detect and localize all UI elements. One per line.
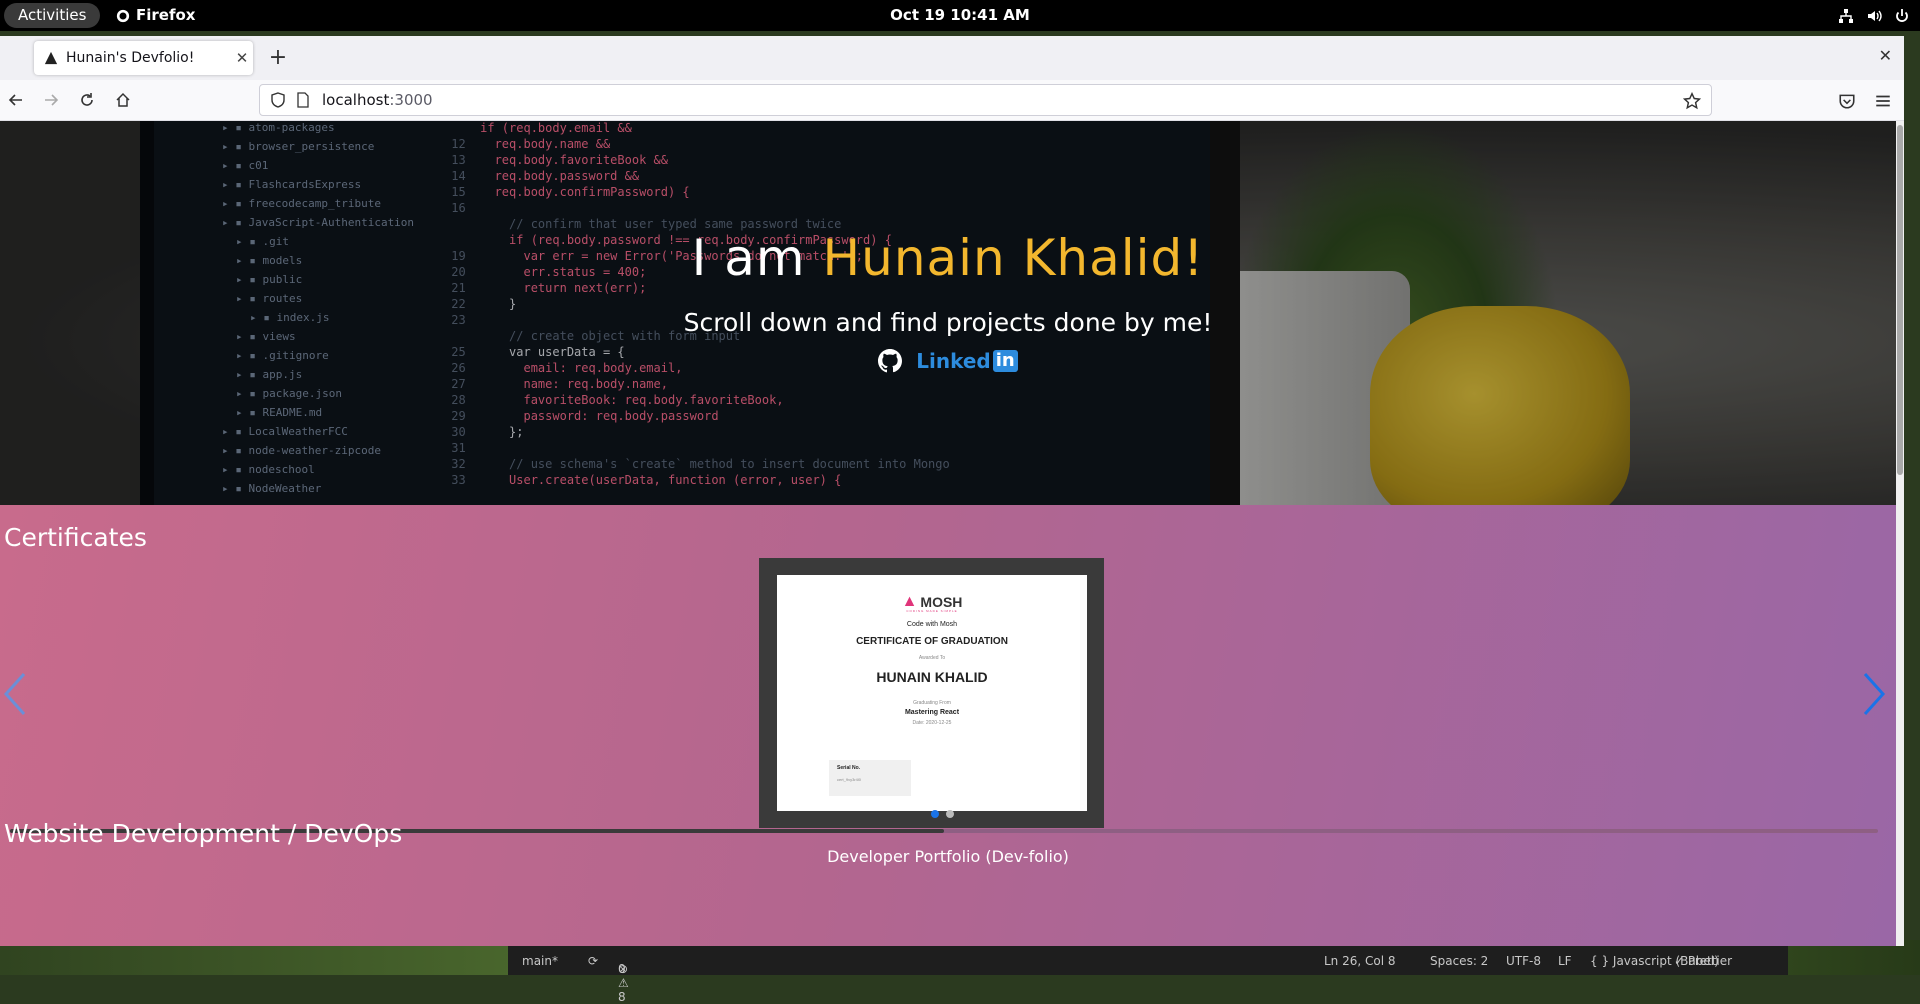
sync-icon[interactable]: ⟳: [588, 954, 598, 968]
carousel-dots: [931, 810, 954, 818]
hero-title-name: Hunain Khalid!: [822, 229, 1205, 287]
certificate-recipient: HUNAIN KHALID: [876, 669, 988, 685]
problems-count: 0 ⚠ 8: [618, 962, 629, 1004]
firefox-icon: [116, 9, 130, 22]
certificate-graduating-label: Graduating From: [913, 700, 951, 706]
url-text[interactable]: localhost:3000: [322, 91, 433, 109]
firefox-window: Hunain's Devfolio! ✕ + ✕ localhost:3000: [0, 36, 1904, 946]
back-icon: [8, 94, 22, 106]
url-bar[interactable]: localhost:3000: [259, 84, 1712, 116]
content-section: Certificates ▲ MOSH CODING MADE SIMPLE Co…: [0, 505, 1896, 946]
window-close-button[interactable]: ✕: [1879, 46, 1892, 65]
menu-icon[interactable]: [1874, 92, 1892, 110]
chevron-left-icon[interactable]: [2, 670, 28, 718]
shield-icon[interactable]: [270, 92, 286, 108]
certificate-type: CERTIFICATE OF GRADUATION: [856, 636, 1008, 647]
serial-value: cert_9vy3r4l0: [837, 777, 862, 782]
back-button[interactable]: [4, 88, 28, 112]
url-port: :3000: [389, 91, 433, 109]
system-tray[interactable]: [1838, 0, 1910, 31]
power-icon: [1896, 8, 1908, 22]
carousel-dot[interactable]: [946, 810, 954, 818]
certificates-heading: Certificates: [4, 523, 147, 552]
certificate-slide[interactable]: ▲ MOSH CODING MADE SIMPLE Code with Mosh …: [759, 558, 1104, 828]
close-tab-icon[interactable]: ✕: [231, 49, 253, 67]
clock[interactable]: Oct 19 10:41 AM: [0, 0, 1920, 31]
indentation[interactable]: Spaces: 2: [1430, 954, 1488, 968]
system-top-bar: Activities Firefox Oct 19 10:41 AM: [0, 0, 1920, 31]
project-title[interactable]: Developer Portfolio (Dev-folio): [0, 847, 1896, 866]
carousel-dot[interactable]: [931, 810, 939, 818]
page-viewport: ▸ ▪ atom-packages ▸ ▪ browser_persistence…: [0, 121, 1896, 946]
mosh-logo-text: MOSH: [920, 594, 963, 610]
hero-section: ▸ ▪ atom-packages ▸ ▪ browser_persistence…: [0, 121, 1896, 505]
app-name: Firefox: [136, 6, 196, 24]
new-tab-button[interactable]: +: [265, 45, 291, 71]
social-links: Linked in: [0, 349, 1896, 373]
tab-devfolio[interactable]: Hunain's Devfolio! ✕: [34, 41, 253, 75]
tab-strip: Hunain's Devfolio! ✕ + ✕: [0, 36, 1904, 80]
git-branch[interactable]: main*: [522, 954, 558, 968]
end-of-line[interactable]: LF: [1558, 954, 1572, 968]
certificate-school: Code with Mosh: [906, 621, 958, 628]
reload-button[interactable]: [75, 88, 99, 112]
page-icon[interactable]: [296, 92, 310, 108]
forward-icon: [45, 94, 59, 106]
linkedin-box: in: [992, 350, 1018, 372]
url-host: localhost: [322, 91, 390, 109]
certificates-carousel[interactable]: ▲ MOSH CODING MADE SIMPLE Code with Mosh …: [0, 557, 1896, 833]
cursor-position[interactable]: Ln 26, Col 8: [1324, 954, 1396, 968]
warning-favicon-icon: [44, 51, 58, 65]
app-menu-firefox[interactable]: Firefox: [116, 0, 195, 31]
chevron-right-icon[interactable]: [1861, 670, 1887, 718]
activities-button[interactable]: Activities: [4, 3, 101, 28]
webdev-heading: Website Development / DevOps: [4, 819, 403, 848]
github-icon[interactable]: [878, 349, 903, 373]
linkedin-icon[interactable]: Linked in: [916, 349, 1018, 373]
serial-label: Serial No.: [837, 765, 861, 771]
home-button[interactable]: [111, 88, 135, 112]
home-icon: [116, 92, 130, 107]
forward-button[interactable]: [39, 88, 63, 112]
certificate-serial-box: Serial No. cert_9vy3r4l0: [829, 760, 911, 796]
editor-status-bar: main* ⟳ ⊗ 0 ⚠ 8 Ln 26, Col 8 Spaces: 2 U…: [508, 946, 1788, 1004]
pocket-icon[interactable]: [1838, 92, 1856, 110]
mosh-tagline: CODING MADE SIMPLE: [906, 609, 958, 613]
certificate-image: ▲ MOSH CODING MADE SIMPLE Code with Mosh …: [777, 575, 1087, 811]
hero-title: I am Hunain Khalid!: [0, 229, 1896, 287]
certificate-awarded-label: Awarded To: [918, 655, 946, 661]
navigation-toolbar: localhost:3000: [0, 80, 1904, 121]
page-scrollbar[interactable]: [1896, 121, 1904, 946]
certificate-date: Date: 2020-12-25: [912, 720, 952, 726]
network-icon: [1839, 8, 1853, 23]
scrollbar-thumb[interactable]: [1897, 125, 1903, 475]
star-icon[interactable]: [1683, 92, 1701, 110]
tab-title: Hunain's Devfolio!: [66, 50, 195, 66]
linkedin-text: Linked: [916, 349, 991, 373]
certificate-course: Mastering React: [904, 709, 960, 716]
formatter[interactable]: ✓ Prettier: [1674, 954, 1732, 968]
volume-icon: [1868, 10, 1882, 21]
hero-title-prefix: I am: [691, 229, 823, 287]
encoding[interactable]: UTF-8: [1506, 954, 1541, 968]
reload-icon: [81, 93, 93, 106]
hero-subtitle: Scroll down and find projects done by me…: [683, 308, 1213, 337]
